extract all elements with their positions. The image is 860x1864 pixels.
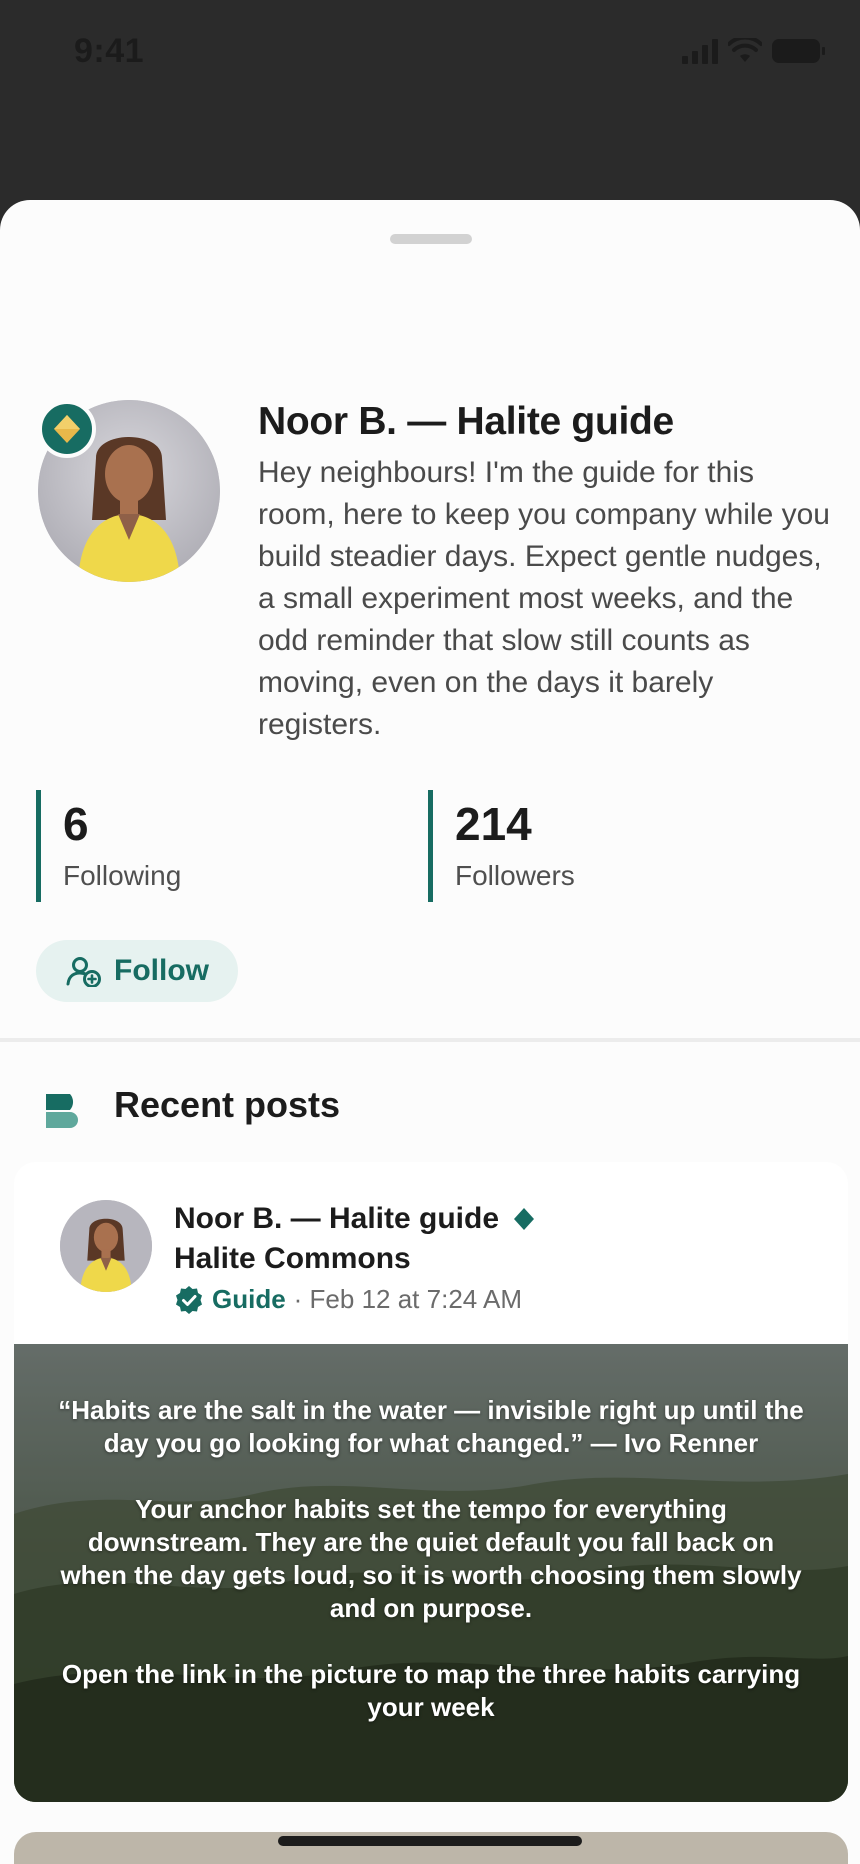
stat-following[interactable]: 6 Following	[36, 790, 181, 902]
stat-value: 214	[455, 798, 532, 850]
signal-icon	[682, 38, 718, 64]
post-author-name: Noor B. — Halite guide	[174, 1202, 500, 1235]
post-avatar[interactable]	[60, 1200, 152, 1292]
verified-icon	[176, 1285, 202, 1314]
post-author[interactable]: Noor B. — Halite guide	[174, 1202, 535, 1236]
person-add-icon	[66, 957, 101, 987]
stat-label: Following	[63, 860, 182, 891]
post-meta: Guide · Feb 12 at 7:24 AM	[174, 1284, 522, 1315]
wifi-icon	[728, 38, 762, 62]
post-image[interactable]: “Habits are the salt in the water — invi…	[14, 1344, 848, 1802]
status-bar: 9:41	[0, 0, 860, 200]
stat-label: Followers	[455, 860, 575, 891]
diamond-icon	[514, 1208, 535, 1230]
status-time: 9:41	[74, 32, 145, 70]
post-timestamp: · Feb 12 at 7:24 AM	[293, 1284, 523, 1314]
stat-value: 6	[63, 798, 89, 850]
post-community[interactable]: Halite Commons	[174, 1242, 411, 1276]
post-role: Guide	[212, 1284, 286, 1314]
profile-sheet: Noor B. — Halite guide Hey neighbours! I…	[0, 200, 860, 1864]
status-icons	[682, 38, 825, 64]
follow-label: Follow	[114, 954, 209, 987]
stat-followers[interactable]: 214 Followers	[428, 790, 575, 902]
diamond-badge-icon	[38, 400, 96, 458]
battery-icon	[772, 39, 825, 63]
home-indicator	[278, 1836, 582, 1846]
section-title: Recent posts	[114, 1084, 341, 1125]
post-card[interactable]: Noor B. — Halite guide Halite Commons Gu…	[14, 1162, 848, 1802]
profile-bio: Hey neighbours! I'm the guide for this r…	[258, 456, 830, 741]
divider	[0, 1038, 860, 1042]
profile-name: Noor B. — Halite guide	[258, 400, 674, 443]
posts-icon	[46, 1094, 78, 1128]
post-image-text: “Habits are the salt in the water — invi…	[58, 1395, 804, 1722]
follow-button[interactable]: Follow	[36, 940, 238, 1002]
sheet-grabber[interactable]	[390, 234, 472, 244]
